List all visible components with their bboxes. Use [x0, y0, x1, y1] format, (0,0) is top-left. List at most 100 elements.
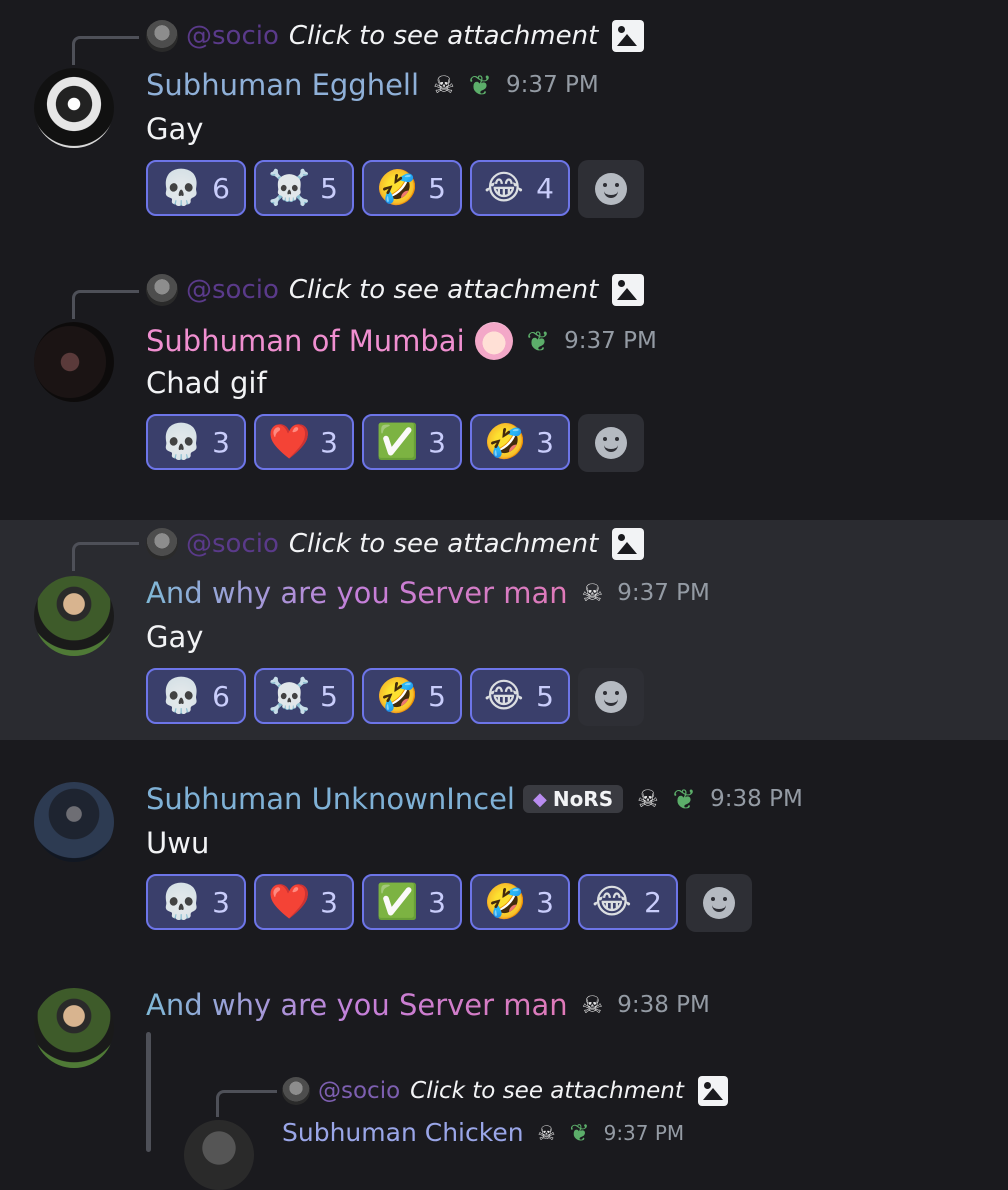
reply-preview[interactable]: @socio Click to see attachment [146, 528, 645, 560]
nested-message-header: Subhuman Chicken ☠ ❦ 9:37 PM [282, 1118, 684, 1147]
reaction-rofl[interactable]: 🤣 5 [362, 160, 462, 216]
reaction-check[interactable]: ✅ 3 [362, 414, 462, 470]
add-reaction-button[interactable] [686, 874, 752, 932]
reply-preview[interactable]: @socio Click to see attachment [282, 1076, 728, 1106]
timestamp[interactable]: 9:37 PM [506, 72, 599, 98]
reaction-joy[interactable]: 😂 5 [470, 668, 570, 724]
message-header: And why are you Server man ☠ 9:38 PM [146, 988, 710, 1022]
author-name[interactable]: And why are you Server man [146, 988, 568, 1022]
server-tag[interactable]: ◆ NoRS [522, 785, 624, 813]
message[interactable]: And why are you Server man ☠ 9:38 PM @so… [0, 970, 1008, 1190]
message-header: Subhuman of Mumbai ❦ 9:37 PM [146, 322, 657, 360]
reaction-skull-crossbones[interactable]: ☠️ 5 [254, 160, 354, 216]
timestamp[interactable]: 9:38 PM [710, 786, 803, 812]
reply-mention[interactable]: @socio [318, 1078, 400, 1104]
reaction-check[interactable]: ✅ 3 [362, 874, 462, 930]
message[interactable]: Subhuman UnknownIncel ◆ NoRS ☠ ❦ 9:38 PM … [0, 760, 1008, 950]
message[interactable]: @socio Click to see attachment Subhuman … [0, 0, 1008, 250]
reply-avatar [146, 528, 178, 560]
reactions: 💀 3 ❤️ 3 ✅ 3 🤣 3 [146, 414, 644, 472]
reaction-skull-crossbones[interactable]: ☠️ 5 [254, 668, 354, 724]
reactions: 💀 6 ☠️ 5 🤣 5 😂 5 [146, 668, 644, 726]
reaction-skull[interactable]: 💀 6 [146, 668, 246, 724]
skull-emoji-icon: 💀 [160, 882, 203, 922]
reaction-count: 3 [212, 885, 230, 919]
reaction-count: 3 [320, 885, 338, 919]
avatar[interactable] [34, 988, 114, 1068]
check-emoji-icon: ✅ [376, 422, 419, 462]
rofl-emoji-icon: 🤣 [484, 422, 527, 462]
reaction-rofl[interactable]: 🤣 5 [362, 668, 462, 724]
reply-mention[interactable]: @socio [186, 529, 279, 559]
timestamp[interactable]: 9:37 PM [604, 1121, 685, 1145]
avatar[interactable] [34, 322, 114, 402]
skull-emoji-icon: 💀 [160, 676, 203, 716]
heart-emoji-icon: ❤️ [268, 422, 311, 462]
reaction-rofl[interactable]: 🤣 3 [470, 874, 570, 930]
reply-attachment-link[interactable]: Click to see attachment [289, 275, 598, 305]
message[interactable]: @socio Click to see attachment And why a… [0, 520, 1008, 740]
reaction-joy[interactable]: 😂 4 [470, 160, 570, 216]
reaction-rofl[interactable]: 🤣 3 [470, 414, 570, 470]
rofl-emoji-icon: 🤣 [376, 168, 419, 208]
gem-icon: ◆ [532, 788, 547, 810]
reaction-count: 5 [428, 171, 446, 205]
reply-attachment-link[interactable]: Click to see attachment [289, 529, 598, 559]
timestamp[interactable]: 9:38 PM [617, 992, 710, 1018]
reply-attachment-link[interactable]: Click to see attachment [289, 21, 598, 51]
image-icon [612, 274, 645, 306]
rofl-emoji-icon: 🤣 [376, 676, 419, 716]
author-name[interactable]: Subhuman UnknownIncel [146, 782, 515, 816]
author-name[interactable]: And why are you Server man [146, 576, 568, 610]
add-reaction-button[interactable] [578, 668, 644, 726]
message-text: Gay [146, 112, 204, 146]
reaction-skull[interactable]: 💀 6 [146, 160, 246, 216]
heart-plant-icon: ❦ [569, 1118, 590, 1147]
reaction-count: 3 [536, 885, 554, 919]
avatar[interactable] [34, 576, 114, 656]
check-emoji-icon: ✅ [376, 882, 419, 922]
reaction-count: 3 [212, 425, 230, 459]
reaction-joy[interactable]: 😂 2 [578, 874, 678, 930]
heart-emoji-icon: ❤️ [268, 882, 311, 922]
reply-avatar [146, 20, 178, 52]
smile-icon [703, 887, 735, 919]
add-reaction-button[interactable] [578, 160, 644, 218]
reply-attachment-link[interactable]: Click to see attachment [410, 1078, 684, 1104]
reaction-count: 3 [428, 425, 446, 459]
reaction-skull[interactable]: 💀 3 [146, 874, 246, 930]
reaction-skull[interactable]: 💀 3 [146, 414, 246, 470]
skull-icon: ☠ [637, 785, 659, 813]
author-name[interactable]: Subhuman of Mumbai [146, 324, 465, 358]
avatar[interactable] [34, 782, 114, 862]
reply-preview[interactable]: @socio Click to see attachment [146, 20, 645, 52]
avatar[interactable] [184, 1120, 254, 1190]
author-name[interactable]: Subhuman Egghell [146, 68, 419, 102]
skull-crossbones-emoji-icon: ☠️ [268, 676, 311, 716]
reply-preview[interactable]: @socio Click to see attachment [146, 274, 645, 306]
message-text: Gay [146, 620, 204, 654]
timestamp[interactable]: 9:37 PM [564, 328, 657, 354]
reply-connector [72, 542, 139, 571]
avatar[interactable] [34, 68, 114, 148]
joy-emoji-icon: 😂 [592, 882, 632, 922]
author-name[interactable]: Subhuman Chicken [282, 1118, 524, 1147]
message-text: Uwu [146, 826, 210, 860]
joy-emoji-icon: 😂 [484, 676, 524, 716]
skull-icon: ☠ [537, 1120, 556, 1145]
skull-icon: ☠ [433, 71, 455, 99]
image-icon [612, 20, 645, 52]
reaction-heart[interactable]: ❤️ 3 [254, 874, 354, 930]
add-reaction-button[interactable] [578, 414, 644, 472]
reply-connector [72, 290, 139, 319]
image-icon [697, 1076, 728, 1106]
reaction-heart[interactable]: ❤️ 3 [254, 414, 354, 470]
skull-emoji-icon: 💀 [160, 168, 203, 208]
message[interactable]: @socio Click to see attachment Subhuman … [0, 254, 1008, 504]
message-header: Subhuman UnknownIncel ◆ NoRS ☠ ❦ 9:38 PM [146, 782, 803, 816]
reactions: 💀 3 ❤️ 3 ✅ 3 🤣 3 😂 2 [146, 874, 752, 932]
reply-mention[interactable]: @socio [186, 21, 279, 51]
timestamp[interactable]: 9:37 PM [617, 580, 710, 606]
skull-crossbones-emoji-icon: ☠️ [268, 168, 311, 208]
reply-mention[interactable]: @socio [186, 275, 279, 305]
